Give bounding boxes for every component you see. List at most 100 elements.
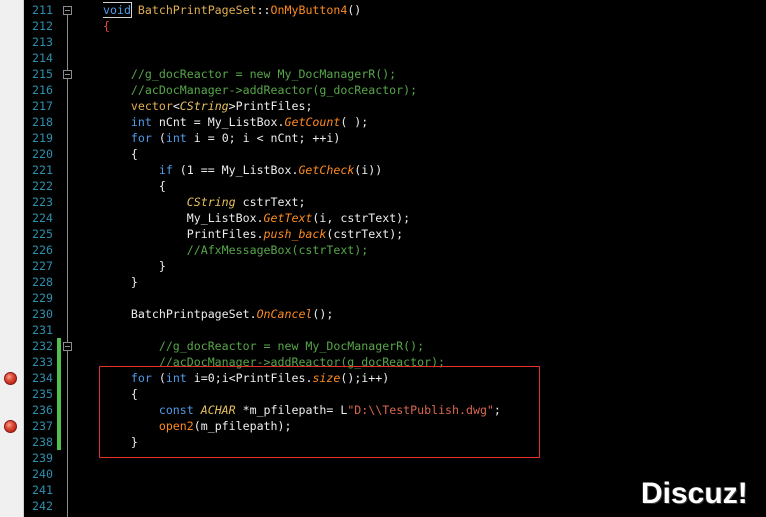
plain-text-token: (); <box>312 307 334 321</box>
line-number: 221 <box>32 163 53 177</box>
line-number: 225 <box>32 227 53 241</box>
code-line[interactable]: CString cstrText; <box>103 194 306 210</box>
code-line[interactable]: if (1 == My_ListBox.GetCheck(i)) <box>103 162 382 178</box>
code-line[interactable]: { <box>103 18 110 34</box>
plain-text-token: ( <box>151 131 166 145</box>
line-number-gutter: 211 212 213 214 215 216 217 218 219 220 221 222 223 2… <box>24 0 53 517</box>
plain-text-token: :: <box>256 3 271 17</box>
plain-text-token: { <box>103 147 138 161</box>
outlining-margin[interactable] <box>62 0 73 517</box>
line-number: 232 <box>32 339 53 353</box>
code-line[interactable]: { <box>103 178 166 194</box>
change-tracking-margin <box>57 0 61 517</box>
plain-text-token: (i, cstrText); <box>312 211 411 225</box>
keyword-token: int <box>165 131 187 145</box>
code-line[interactable]: PrintFiles.push_back(cstrText); <box>103 226 403 242</box>
line-number: 241 <box>32 483 53 497</box>
annotation-rectangle <box>99 366 540 458</box>
line-number: 226 <box>32 243 53 257</box>
code-line[interactable]: //AfxMessageBox(cstrText); <box>103 242 368 258</box>
code-line[interactable]: //g_docReactor = new My_DocManagerR(); <box>103 338 424 354</box>
code-line[interactable]: void BatchPrintPageSet::OnMyButton4() <box>103 2 361 18</box>
line-number: 224 <box>32 211 53 225</box>
plain-text-token: nCnt = My_ListBox. <box>151 115 285 129</box>
line-number: 230 <box>32 307 53 321</box>
type-name-token: CString <box>179 99 229 113</box>
line-number: 234 <box>32 371 53 385</box>
code-line[interactable]: } <box>103 258 166 274</box>
member-function-token: GetCount <box>284 115 341 129</box>
code-editor[interactable]: 211 212 213 214 215 216 217 218 219 220 221 222 223 2… <box>0 0 766 517</box>
line-number: 222 <box>32 179 53 193</box>
class-name-token: vector <box>130 99 173 113</box>
plain-text-token <box>103 67 131 81</box>
watermark-logo: Discuz! <box>641 477 748 510</box>
code-line[interactable]: } <box>103 274 138 290</box>
keyword-token: for <box>130 131 152 145</box>
type-name-token: CString <box>186 195 236 209</box>
comment-token: //AfxMessageBox(cstrText); <box>186 243 369 257</box>
line-number: 214 <box>32 51 53 65</box>
member-function-token: GetCheck <box>298 163 355 177</box>
comment-token: //g_docReactor = new My_DocManagerR(); <box>130 67 397 81</box>
line-number: 218 <box>32 115 53 129</box>
class-name-token: BatchPrintPageSet <box>137 3 257 17</box>
plain-text-token <box>103 339 159 353</box>
member-function-token: GetText <box>263 211 313 225</box>
plain-text-token <box>103 99 131 113</box>
plain-text-token <box>131 3 138 17</box>
line-number: 237 <box>32 419 53 433</box>
plain-text-token: () <box>347 3 362 17</box>
collapse-icon[interactable] <box>63 5 72 15</box>
line-number: 227 <box>32 259 53 273</box>
line-number: 242 <box>32 499 53 513</box>
line-number: 212 <box>32 19 53 33</box>
line-number: 229 <box>32 291 53 305</box>
collapse-icon[interactable] <box>63 341 72 351</box>
line-number: 240 <box>32 467 53 481</box>
code-line[interactable]: for (int i = 0; i < nCnt; ++i) <box>103 130 340 146</box>
member-function-token: OnCancel <box>256 307 313 321</box>
plain-text-token: (1 == My_ListBox. <box>172 163 299 177</box>
plain-text-token <box>103 243 187 257</box>
line-number: 238 <box>32 435 53 449</box>
line-number: 219 <box>32 131 53 145</box>
line-number: 213 <box>32 35 53 49</box>
code-line[interactable]: int nCnt = My_ListBox.GetCount( ); <box>103 114 368 130</box>
line-number: 215 <box>32 67 53 81</box>
code-line[interactable]: My_ListBox.GetText(i, cstrText); <box>103 210 410 226</box>
keyword-token: if <box>158 163 173 177</box>
plain-text-token: } <box>103 259 166 273</box>
keyword-token: int <box>130 115 152 129</box>
line-number: 235 <box>32 387 53 401</box>
line-number: 233 <box>32 355 53 369</box>
line-number: 223 <box>32 195 53 209</box>
comment-token: //acDocManager->addReactor(g_docReactor)… <box>130 83 418 97</box>
line-number: 239 <box>32 451 53 465</box>
line-number: 220 <box>32 147 53 161</box>
line-number: 231 <box>32 323 53 337</box>
plain-text-token: i = 0; i < nCnt; ++i) <box>186 131 341 145</box>
plain-text-token <box>103 163 159 177</box>
plain-text-token: cstrText; <box>235 195 306 209</box>
breakpoint-margin[interactable] <box>0 0 24 517</box>
breakpoint-icon[interactable] <box>4 419 17 433</box>
plain-text-token: >PrintFiles; <box>228 99 313 113</box>
breakpoint-icon[interactable] <box>4 371 17 385</box>
code-line[interactable]: BatchPrintpageSet.OnCancel(); <box>103 306 333 322</box>
comment-token: //g_docReactor = new My_DocManagerR(); <box>158 339 425 353</box>
collapse-icon[interactable] <box>63 69 72 79</box>
plain-text-token: My_ListBox. <box>103 211 264 225</box>
code-line[interactable]: { <box>103 146 138 162</box>
member-function-token: push_back <box>263 227 327 241</box>
code-line[interactable]: vector<CString>PrintFiles; <box>103 98 313 114</box>
outline-guide-line <box>67 15 68 517</box>
plain-text-token: ( ); <box>340 115 369 129</box>
plain-text-token: < <box>172 99 180 113</box>
plain-text-token: (i)) <box>354 163 383 177</box>
plain-text-token <box>103 195 187 209</box>
code-line[interactable]: //g_docReactor = new My_DocManagerR(); <box>103 66 396 82</box>
plain-text-token <box>103 131 131 145</box>
code-line[interactable]: //acDocManager->addReactor(g_docReactor)… <box>103 82 417 98</box>
line-number: 217 <box>32 99 53 113</box>
